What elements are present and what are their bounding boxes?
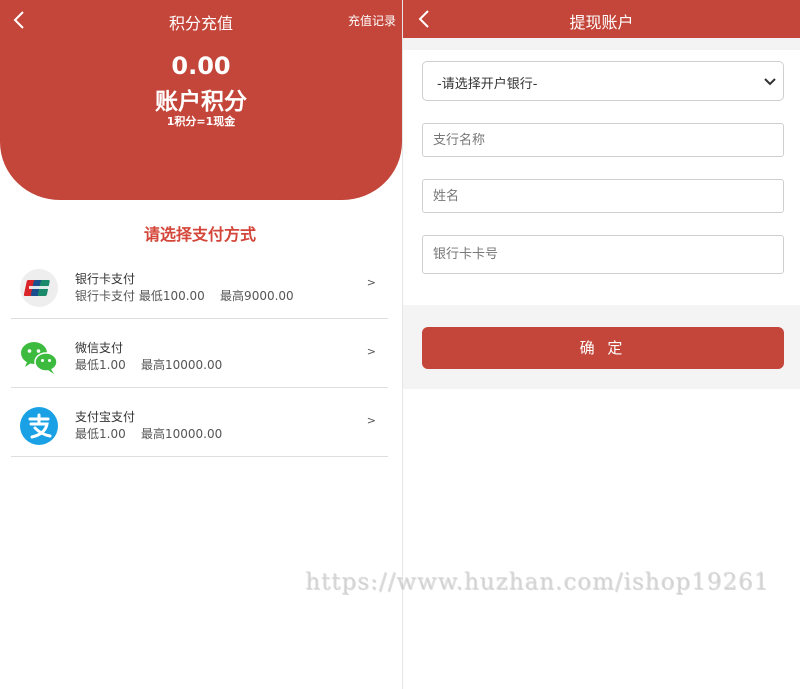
app-stage: 积分充值 充值记录 0.00 账户积分 1积分=1现金 请选择支付方式 银行卡支… <box>0 0 800 689</box>
payment-method-name: 银行卡支付 <box>75 272 136 286</box>
payment-method-limits: 最低1.00 最高10000.00 <box>75 358 223 372</box>
balance-amount: 0.00 <box>171 52 231 80</box>
account-name-field[interactable] <box>422 179 784 213</box>
bank-select[interactable]: -请选择开户银行- <box>422 61 784 101</box>
confirm-button[interactable]: 确 定 <box>422 327 784 369</box>
branch-name-input[interactable] <box>423 124 783 156</box>
branch-name-field[interactable] <box>422 123 784 157</box>
confirm-section: 确 定 <box>403 305 800 389</box>
chevron-right-icon: > <box>366 345 376 358</box>
page-title: 提现账户 <box>569 13 634 32</box>
balance-header: 积分充值 充值记录 0.00 账户积分 1积分=1现金 <box>0 0 402 200</box>
wechat-pay-icon <box>19 337 59 377</box>
card-number-input[interactable] <box>423 236 783 273</box>
withdraw-header: 提现账户 <box>403 0 800 38</box>
payment-method-limits: 最低1.00 最高10000.00 <box>75 427 223 441</box>
payment-method-list: 银行卡支付 银行卡支付 最低100.00 最高9000.00 > 微信支付 最低… <box>11 250 388 457</box>
withdraw-form: -请选择开户银行- <box>403 50 800 305</box>
page-title: 积分充值 <box>168 14 233 33</box>
account-name-input[interactable] <box>423 180 783 212</box>
card-number-field[interactable] <box>422 235 784 274</box>
balance-label: 账户积分 <box>155 89 247 115</box>
bank-select-value: -请选择开户银行- <box>437 77 538 92</box>
payment-method-bank-card[interactable]: 银行卡支付 银行卡支付 最低100.00 最高9000.00 > <box>11 250 388 319</box>
exchange-rate: 1积分=1现金 <box>166 115 236 128</box>
recharge-records-link[interactable]: 充值记录 <box>348 12 396 29</box>
payment-method-name: 支付宝支付 <box>75 410 136 424</box>
payment-method-alipay[interactable]: 支付宝支付 最低1.00 最高10000.00 > <box>11 388 388 457</box>
payment-method-limits: 银行卡支付 最低100.00 最高9000.00 <box>75 289 294 303</box>
watermark-text: https://www.huzhan.com/ishop19261 <box>305 569 770 595</box>
payment-method-name: 微信支付 <box>75 341 124 355</box>
chevron-right-icon: > <box>366 276 376 289</box>
alipay-icon <box>19 406 59 446</box>
unionpay-icon <box>19 268 59 308</box>
chevron-down-icon <box>763 74 777 88</box>
section-gap <box>403 38 800 50</box>
chevron-right-icon: > <box>366 414 376 427</box>
choose-payment-title: 请选择支付方式 <box>143 225 256 244</box>
payment-method-wechat[interactable]: 微信支付 最低1.00 最高10000.00 > <box>11 319 388 388</box>
